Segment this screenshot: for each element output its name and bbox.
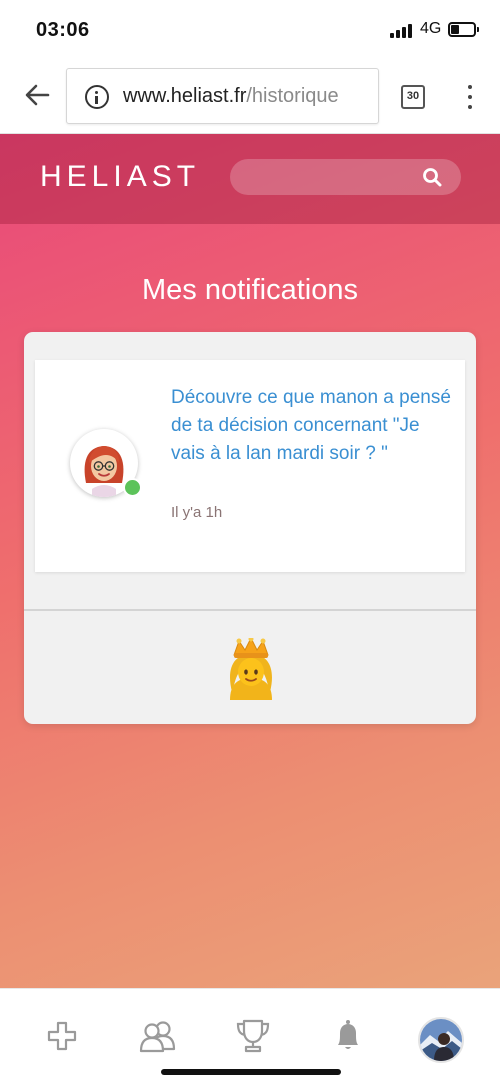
info-icon[interactable]: [85, 85, 109, 109]
notification-item[interactable]: Découvre ce que manon a pensé de ta déci…: [35, 360, 465, 572]
online-status-dot: [123, 478, 142, 497]
more-vertical-icon[interactable]: [462, 84, 478, 110]
trophy-icon[interactable]: [228, 1011, 278, 1061]
tabs-icon[interactable]: 30: [401, 85, 425, 109]
page-content: HELIAST Mes notifications Découvre ce qu…: [0, 134, 500, 988]
signal-icon: [390, 22, 414, 38]
notification-time: Il y'a 1h: [171, 504, 223, 521]
address-bar[interactable]: www.heliast.fr/historique: [66, 68, 379, 124]
notifications-card: Découvre ce que manon a pensé de ta déci…: [24, 332, 476, 724]
status-bar: 03:06 4G: [0, 0, 500, 58]
princess-emoji-icon: [230, 638, 272, 700]
page-title: Mes notifications: [142, 274, 358, 306]
url-path: /historique: [246, 85, 339, 107]
bell-icon[interactable]: [323, 1011, 373, 1061]
bottom-navigation: [0, 988, 500, 1083]
card-divider: [24, 609, 476, 611]
status-time: 03:06: [36, 19, 90, 41]
friends-icon[interactable]: [133, 1011, 183, 1061]
app-header: HELIAST: [0, 134, 500, 224]
home-indicator[interactable]: [161, 1069, 341, 1075]
heliast-logo[interactable]: HELIAST: [40, 160, 200, 194]
url-host: www.heliast.fr: [123, 85, 247, 107]
battery-fill: [451, 25, 459, 34]
profile-photo-icon: [420, 1019, 462, 1061]
url-text[interactable]: www.heliast.fr/historique: [123, 85, 339, 108]
browser-toolbar: www.heliast.fr/historique 30: [0, 58, 500, 134]
search-icon[interactable]: [422, 167, 442, 187]
add-icon[interactable]: [37, 1011, 87, 1061]
back-arrow-icon[interactable]: [22, 80, 52, 110]
notification-text[interactable]: Découvre ce que manon a pensé de ta déci…: [171, 384, 451, 468]
network-type: 4G: [420, 20, 442, 37]
battery-icon: [448, 22, 479, 37]
profile-avatar[interactable]: [418, 1017, 464, 1063]
